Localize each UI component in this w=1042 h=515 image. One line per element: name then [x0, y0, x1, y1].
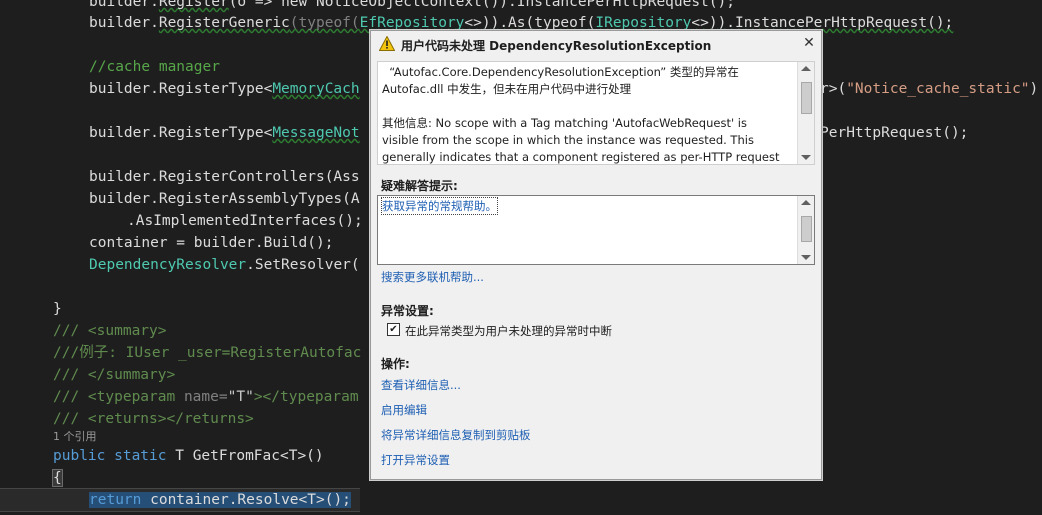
doc-comment: /// <typeparam name="T"></typeparam — [53, 389, 359, 405]
warning-icon — [379, 36, 395, 51]
code-line: DependencyResolver.SetResolver( — [89, 257, 360, 273]
exception-message-line: visible from the scope in which the inst… — [382, 133, 754, 147]
enable-editing-link[interactable]: 启用编辑 — [381, 402, 427, 418]
code-comment: //cache manager — [89, 59, 220, 75]
code-line: } — [53, 301, 62, 317]
code-line: container = builder.Build(); — [89, 235, 334, 251]
doc-comment: ///例子: IUser _user=RegisterAutofac — [53, 345, 362, 361]
tips-scrollbar[interactable] — [797, 196, 814, 264]
message-scrollbar[interactable] — [797, 62, 814, 164]
general-help-link[interactable]: 获取异常的常规帮助。 — [381, 197, 498, 215]
code-line: builder.RegisterControllers(Ass — [89, 169, 360, 185]
open-exception-settings-link[interactable]: 打开异常设置 — [381, 452, 450, 468]
dialog-title-bar: 用户代码未处理 DependencyResolutionException ✕ — [371, 31, 821, 57]
actions-heading: 操作: — [381, 357, 410, 371]
code-line-tail: PerHttpRequest(); — [820, 125, 969, 141]
checkbox-label: 在此异常类型为用户未处理的异常时中断 — [405, 324, 612, 338]
scroll-down-icon[interactable] — [801, 255, 811, 260]
troubleshooting-tips-box[interactable]: 获取异常的常规帮助。 — [377, 195, 815, 265]
search-online-help-link[interactable]: 搜索更多联机帮助... — [381, 269, 484, 285]
close-icon[interactable]: ✕ — [801, 35, 817, 51]
code-line: public static T GetFromFac<T>() — [53, 448, 324, 464]
code-line-tail: r>("Notice_cache_static") — [820, 81, 1039, 97]
exception-dialog: 用户代码未处理 DependencyResolutionException ✕ … — [370, 30, 822, 480]
dialog-title: 用户代码未处理 DependencyResolutionException — [401, 39, 712, 53]
exception-message-line: generally indicates that a component reg… — [382, 150, 780, 164]
reference-count[interactable]: 1 个引用 — [53, 428, 97, 444]
code-line: builder.RegisterType<MessageNot — [89, 125, 360, 141]
doc-comment: /// <returns></returns> — [53, 411, 254, 427]
tips-heading: 疑难解答提示: — [381, 179, 458, 193]
exception-settings-heading: 异常设置: — [381, 304, 434, 318]
exception-message-line: “Autofac.Core.DependencyResolutionExcept… — [382, 65, 739, 79]
exception-message-box[interactable]: “Autofac.Core.DependencyResolutionExcept… — [377, 61, 815, 165]
view-details-link[interactable]: 查看详细信息... — [381, 377, 461, 393]
copy-details-link[interactable]: 将异常详细信息复制到剪贴板 — [381, 427, 531, 443]
break-on-exception-checkbox[interactable]: ✔ — [387, 323, 400, 336]
current-statement[interactable]: return container.Resolve<T>(); — [89, 489, 351, 511]
exception-message: “Autofac.Core.DependencyResolutionExcept… — [382, 64, 790, 166]
code-line: .AsImplementedInterfaces(); — [127, 213, 363, 229]
exception-message-line: Autofac.dll 中发生，但未在用户代码中进行处理 — [382, 82, 632, 96]
scroll-down-icon[interactable] — [801, 155, 811, 160]
doc-comment: /// <summary> — [53, 323, 167, 339]
code-line: { — [52, 469, 63, 487]
code-line: builder.RegisterAssemblyTypes(A — [89, 191, 360, 207]
code-line: builder.RegisterType<MemoryCach — [89, 81, 360, 97]
scroll-up-icon[interactable] — [801, 200, 811, 205]
scroll-thumb[interactable] — [801, 82, 812, 114]
doc-comment: /// </summary> — [53, 367, 176, 383]
exception-message-line — [382, 98, 790, 115]
exception-message-line: 其他信息: No scope with a Tag matching 'Auto… — [382, 116, 747, 130]
scroll-thumb[interactable] — [801, 216, 812, 242]
scroll-up-icon[interactable] — [801, 66, 811, 71]
